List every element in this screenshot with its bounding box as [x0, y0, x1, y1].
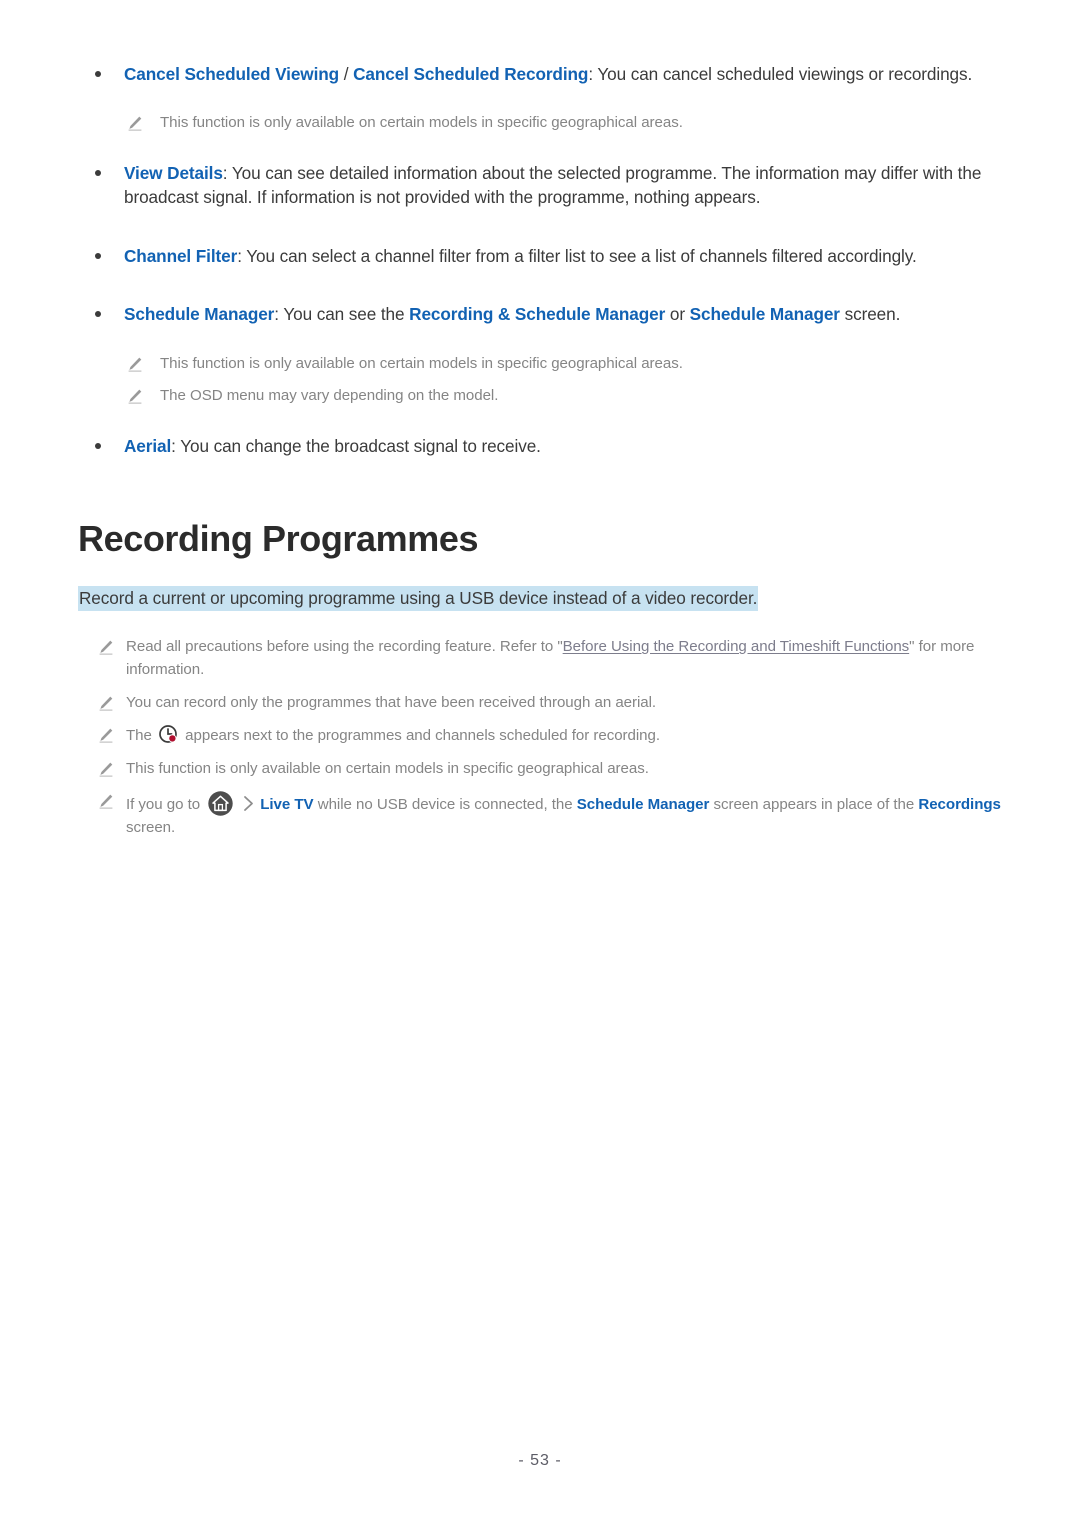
bullet-marker: [95, 71, 101, 77]
link-view-details[interactable]: View Details: [124, 163, 223, 183]
note-text: This function is only available on certa…: [160, 354, 683, 372]
link-live-tv[interactable]: Live TV: [260, 796, 313, 813]
chevron-right-icon: [241, 794, 256, 813]
note-text: This function is only available on certa…: [126, 759, 649, 777]
note-text-part-1: The: [126, 727, 157, 745]
link-schedule-manager-alt[interactable]: Schedule Manager: [690, 304, 840, 324]
link-recording-and-schedule-manager[interactable]: Recording & Schedule Manager: [409, 304, 665, 324]
pencil-icon: [97, 793, 114, 810]
bullet-channel-filter-text: : You can select a channel filter from a…: [237, 245, 917, 266]
note-text-part-1: If you go to: [126, 796, 205, 814]
bullet-marker: [95, 170, 101, 177]
bullet-schedule-manager: Schedule Manager: You can see the Record…: [78, 302, 1003, 326]
bullet-view-details-text: : You can see detailed information about…: [124, 163, 982, 208]
note-read-precautions: Read all precautions before using the re…: [78, 636, 1003, 681]
note-schedule-geo-limited: This function is only available on certa…: [78, 353, 1003, 376]
bullet-schedule-manager-text-3: screen.: [839, 304, 901, 325]
page-title: Recording Programmes: [78, 518, 479, 560]
page-footer: - 53 -: [0, 1452, 1080, 1470]
note-text-part-1: Read all precautions before using the re…: [126, 638, 563, 656]
page-content: Cancel Scheduled Viewing / Cancel Schedu…: [78, 62, 1003, 850]
pencil-icon: [126, 388, 143, 405]
note-aerial-only: You can record only the programmes that …: [78, 692, 1003, 715]
link-recordings[interactable]: Recordings: [918, 796, 1001, 813]
note-osd-menu-varies: The OSD menu may vary depending on the m…: [78, 385, 1003, 408]
pencil-icon: [97, 761, 114, 778]
bullet-channel-filter: Channel Filter: You can select a channel…: [78, 244, 1003, 268]
link-schedule-manager[interactable]: Schedule Manager: [124, 304, 274, 324]
bullet-marker: [95, 311, 101, 318]
bullet-cancel-scheduled: Cancel Scheduled Viewing / Cancel Schedu…: [78, 62, 1003, 86]
pencil-icon: [97, 639, 114, 656]
link-channel-filter[interactable]: Channel Filter: [124, 246, 237, 266]
bullet-marker: [95, 443, 101, 450]
pencil-icon: [126, 115, 143, 132]
link-cancel-scheduled-recording[interactable]: Cancel Scheduled Recording: [353, 64, 588, 84]
note-text: You can record only the programmes that …: [126, 693, 657, 711]
bullet-aerial: Aerial: You can change the broadcast sig…: [78, 434, 1003, 458]
pencil-icon: [97, 695, 114, 712]
link-separator: /: [339, 64, 354, 84]
link-cancel-scheduled-viewing[interactable]: Cancel Scheduled Viewing: [124, 64, 339, 84]
clock-record-icon: [158, 724, 179, 745]
bullet-view-details: View Details: You can see detailed infor…: [78, 161, 1003, 210]
note-no-usb-device: If you go to Live TV while no USB device…: [78, 790, 1003, 840]
note-text-part-3: screen appears in place of the: [709, 796, 919, 814]
note-text-part-2: appears next to the programmes and chann…: [181, 727, 661, 745]
bullet-marker: [95, 252, 101, 259]
document-page: Cancel Scheduled Viewing / Cancel Schedu…: [0, 0, 1080, 1527]
highlighted-text: Record a current or upcoming programme u…: [78, 586, 759, 612]
note-text-part-4: screen.: [126, 819, 176, 837]
link-before-using-recording-timeshift[interactable]: Before Using the Recording and Timeshift…: [563, 638, 910, 655]
note-cancel-geo-limited: This function is only available on certa…: [78, 112, 1003, 135]
note-text: This function is only available on certa…: [160, 114, 683, 132]
section-summary: Record a current or upcoming programme u…: [78, 586, 1003, 612]
link-schedule-manager[interactable]: Schedule Manager: [577, 796, 710, 813]
bullet-cancel-scheduled-text: : You can cancel scheduled viewings or r…: [588, 64, 973, 84]
home-icon[interactable]: [207, 790, 234, 817]
bullet-aerial-text: : You can change the broadcast signal to…: [171, 436, 541, 457]
bullet-schedule-manager-text-1: : You can see the: [274, 304, 410, 325]
pencil-icon: [126, 356, 143, 373]
note-text-part-2: while no USB device is connected, the: [313, 796, 577, 814]
note-geo-limited: This function is only available on certa…: [78, 758, 1003, 781]
bullet-schedule-manager-text-2: or: [665, 304, 690, 325]
link-aerial[interactable]: Aerial: [124, 436, 171, 456]
recording-programmes-section: Recording Programmes Record a current or…: [78, 518, 1003, 612]
page-number: - 53 -: [518, 1452, 562, 1469]
pencil-icon: [97, 727, 114, 744]
note-text: The OSD menu may vary depending on the m…: [160, 387, 499, 405]
note-clock-icon-meaning: The appears next to the programmes and c…: [78, 724, 1003, 748]
